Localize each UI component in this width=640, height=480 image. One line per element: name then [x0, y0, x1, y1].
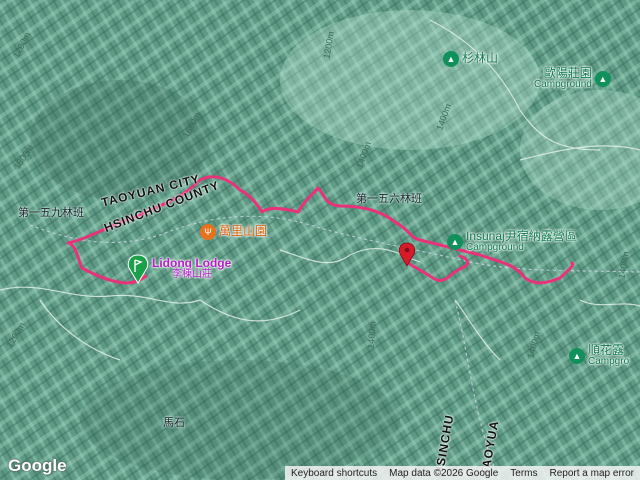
mountain-icon: ▲: [443, 51, 459, 67]
poi-lidong[interactable]: Lidong Lodge 李棟山莊: [152, 256, 232, 280]
poi-title: 萬里山園: [219, 224, 268, 238]
poi-title: Lidong Lodge: [152, 256, 232, 270]
google-logo: Google: [8, 456, 67, 475]
poi-wanli[interactable]: Ψ 萬里山園: [200, 224, 267, 240]
poi-shanlin[interactable]: ▲ 杉林山: [443, 51, 498, 67]
poi-shunhua[interactable]: ▲ 順花露 Campgro: [569, 343, 630, 367]
poi-title: Insunaj尹宿納露營區: [466, 229, 577, 243]
report-error-link[interactable]: Report a map error: [544, 468, 640, 479]
poi-title: 順花露: [588, 343, 625, 357]
poi-subtitle: Campground: [534, 79, 592, 90]
poi-insunaj[interactable]: ▲ Insunaj尹宿納露營區 Campground: [447, 229, 577, 253]
terms-link[interactable]: Terms: [504, 468, 543, 479]
tent-icon: ▲: [569, 348, 585, 364]
poi-title: 歐陽莊園: [543, 66, 592, 80]
poi-ouyang[interactable]: ▲ 歐陽莊園 Campground: [534, 66, 611, 90]
forest-block-label: 第一五六林班: [356, 192, 422, 205]
map-footer: Keyboard shortcuts Map data ©2026 Google…: [284, 466, 640, 480]
fork-knife-icon: Ψ: [200, 224, 216, 240]
map-canvas[interactable]: 1200m 1600m 1400m 1800m 1200m 1400m 1200…: [0, 0, 640, 480]
poi-subtitle: 李棟山莊: [172, 269, 212, 280]
poi-subtitle: Campground: [466, 242, 524, 253]
map-data-attribution: Map data ©2026 Google: [389, 467, 499, 479]
poi-subtitle: Campgro: [588, 356, 630, 367]
tent-icon: ▲: [594, 71, 611, 87]
place-label: 馬石: [163, 416, 185, 429]
forest-block-label: 第一五九林班: [18, 206, 84, 219]
poi-title: 杉林山: [462, 51, 499, 65]
tent-icon: ▲: [447, 234, 463, 250]
keyboard-shortcuts-link[interactable]: Keyboard shortcuts: [285, 468, 383, 479]
